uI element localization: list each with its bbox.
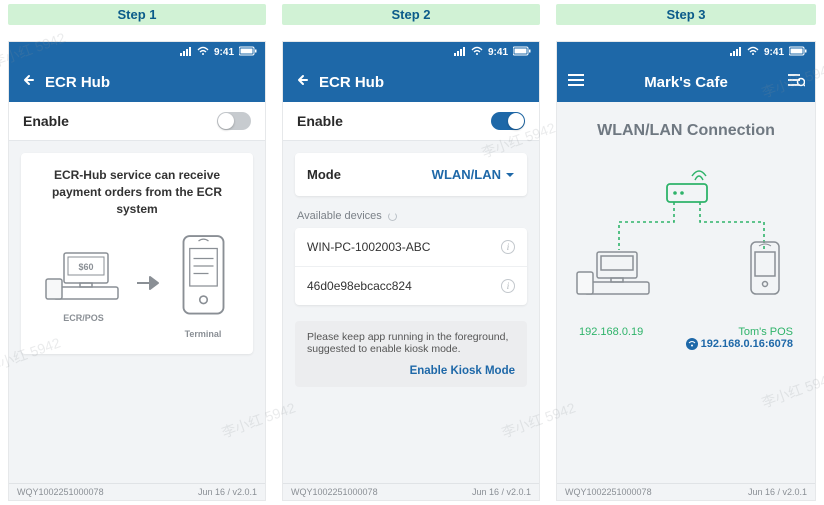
panel-step2: Step 2 9:41 ECR Hub Enable Mode WLA — [282, 4, 540, 501]
page-title: ECR Hub — [45, 74, 110, 91]
info-icon[interactable]: i — [501, 240, 515, 254]
phone-screen-2: 9:41 ECR Hub Enable Mode WLAN/LAN — [282, 41, 540, 501]
search-settings-icon[interactable] — [787, 72, 805, 92]
status-time: 9:41 — [488, 47, 508, 58]
footer-id: WQY1002251000078 — [17, 487, 104, 497]
ecr-pos-icon: $60 — [44, 247, 124, 303]
signal-icon — [730, 46, 742, 59]
ecr-ip: 192.168.0.19 — [579, 326, 643, 350]
mode-selector[interactable]: Mode WLAN/LAN — [295, 153, 527, 196]
footer-version: Jun 16 / v2.0.1 — [748, 487, 807, 497]
app-bar: ECR Hub — [283, 62, 539, 102]
footer-bar: WQY1002251000078 Jun 16 / v2.0.1 — [9, 483, 265, 500]
step-label-3: Step 3 — [556, 4, 816, 25]
app-bar: ECR Hub — [9, 62, 265, 102]
mode-label: Mode — [307, 167, 341, 182]
enable-label: Enable — [23, 113, 69, 129]
phone-screen-3: 9:41 Mark's Cafe WLAN/LAN Connection — [556, 41, 816, 501]
step-label-1: Step 1 — [8, 4, 266, 25]
device-name: 46d0e98ebcacc824 — [307, 279, 412, 293]
status-time: 9:41 — [764, 47, 784, 58]
footer-bar: WQY1002251000078 Jun 16 / v2.0.1 — [557, 483, 815, 500]
footer-id: WQY1002251000078 — [565, 487, 652, 497]
enable-label: Enable — [297, 113, 343, 129]
connection-heading: WLAN/LAN Connection — [569, 122, 803, 140]
battery-icon — [789, 46, 807, 59]
loading-spinner-icon — [388, 212, 397, 221]
device-name: WIN-PC-1002003-ABC — [307, 240, 430, 254]
info-card-line1: ECR-Hub service can receive — [31, 167, 243, 184]
status-bar: 9:41 — [9, 42, 265, 62]
pos-ip: 192.168.0.16:6078 — [701, 338, 793, 350]
device-list: WIN-PC-1002003-ABC i 46d0e98ebcacc824 i — [295, 228, 527, 305]
footer-id: WQY1002251000078 — [291, 487, 378, 497]
pos-ip-row: 192.168.0.16:6078 — [686, 338, 793, 350]
battery-icon — [239, 46, 257, 59]
phone-screen-1: 9:41 ECR Hub Enable ECR-Hub service — [8, 41, 266, 501]
battery-icon — [513, 46, 531, 59]
status-time: 9:41 — [214, 47, 234, 58]
panel-step1: Step 1 9:41 ECR Hub — [8, 4, 266, 501]
footer-bar: WQY1002251000078 Jun 16 / v2.0.1 — [283, 483, 539, 500]
page-title: ECR Hub — [319, 74, 384, 91]
pos-name: Tom's POS — [686, 326, 793, 338]
footer-version: Jun 16 / v2.0.1 — [198, 487, 257, 497]
info-card: ECR-Hub service can receive payment orde… — [21, 153, 253, 354]
ecr-caption: ECR/POS — [44, 312, 124, 325]
signal-icon — [180, 46, 192, 59]
info-icon[interactable]: i — [501, 279, 515, 293]
amount-text: $60 — [78, 262, 93, 272]
hint-text: Please keep app running in the foregroun… — [307, 331, 515, 355]
enable-toggle[interactable] — [491, 112, 525, 130]
enable-toggle[interactable] — [217, 112, 251, 130]
enable-row: Enable — [283, 102, 539, 141]
back-icon[interactable] — [293, 72, 309, 92]
app-bar: Mark's Cafe — [557, 62, 815, 102]
enable-kiosk-button[interactable]: Enable Kiosk Mode — [307, 365, 515, 377]
wifi-icon — [471, 46, 483, 59]
page-title: Mark's Cafe — [595, 74, 777, 91]
mode-value: WLAN/LAN — [432, 167, 501, 182]
device-item[interactable]: WIN-PC-1002003-ABC i — [295, 228, 527, 267]
panel-step3: Step 3 9:41 Mark's Cafe WLAN/LAN Connect… — [556, 4, 816, 501]
device-item[interactable]: 46d0e98ebcacc824 i — [295, 267, 527, 305]
connection-diagram — [569, 160, 803, 320]
ecr-diagram: $60 ECR/POS — [31, 231, 243, 340]
info-card-line2: payment orders from the ECR system — [31, 184, 243, 218]
hint-card: Please keep app running in the foregroun… — [295, 321, 527, 387]
step-label-2: Step 2 — [282, 4, 540, 25]
status-bar: 9:41 — [283, 42, 539, 62]
wifi-icon — [747, 46, 759, 59]
footer-version: Jun 16 / v2.0.1 — [472, 487, 531, 497]
back-icon[interactable] — [19, 72, 35, 92]
available-devices-label: Available devices — [297, 210, 525, 222]
arrow-icon — [136, 270, 164, 301]
wifi-badge-icon — [686, 338, 698, 350]
menu-icon[interactable] — [567, 73, 585, 91]
enable-row: Enable — [9, 102, 265, 141]
terminal-icon — [176, 231, 231, 319]
terminal-caption: Terminal — [176, 328, 231, 341]
chevron-down-icon — [505, 167, 515, 182]
signal-icon — [454, 46, 466, 59]
wifi-icon — [197, 46, 209, 59]
status-bar: 9:41 — [557, 42, 815, 62]
